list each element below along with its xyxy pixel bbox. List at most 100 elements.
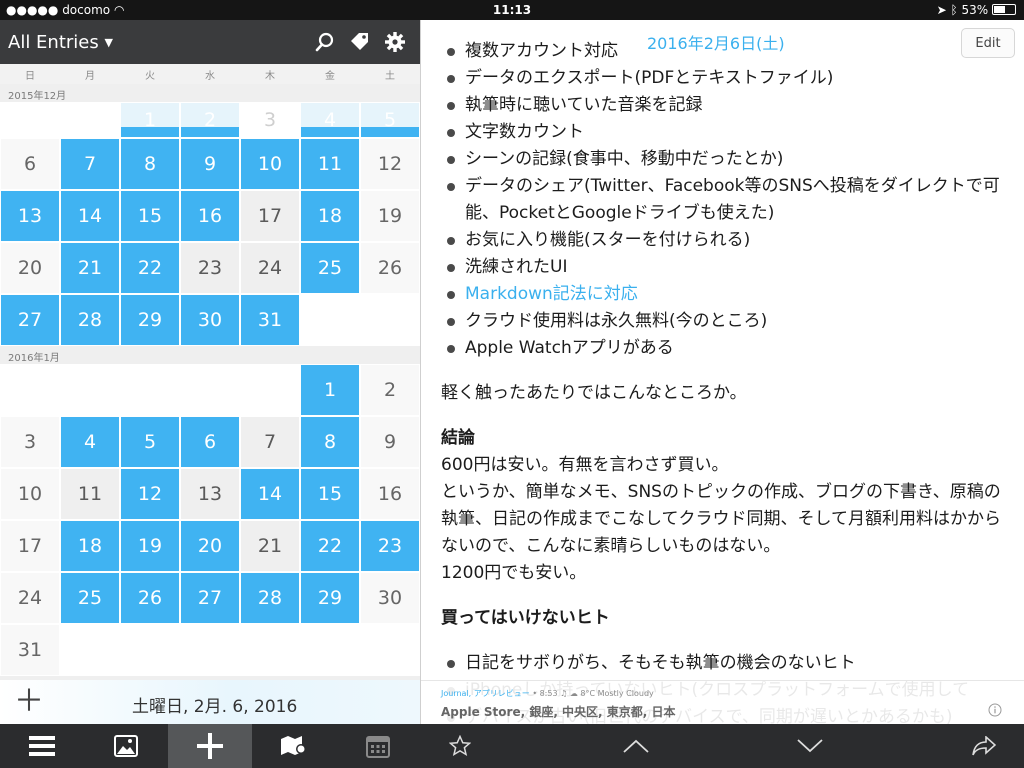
weekday-label: 土 [385,71,395,82]
calendar-day[interactable]: 31 [1,625,59,675]
calendar-day[interactable]: 8 [121,139,179,189]
entries-filter-dropdown[interactable]: All Entries ▼ [8,32,113,53]
calendar-day[interactable]: 26 [361,243,419,293]
calendar-footer: ＋ 土曜日, 2月. 6, 2016 [0,680,420,724]
calendar-day[interactable]: 17 [241,191,299,241]
calendar-day[interactable]: 24 [241,243,299,293]
share-button[interactable] [964,724,1004,768]
search-icon[interactable] [314,31,336,53]
plus-icon [197,733,223,759]
calendar-day[interactable]: 3 [241,103,299,137]
calendar-day[interactable]: 17 [1,521,59,571]
meta-line: Journal, アプリレビュー • 8:53 ♫ ☁ 8°C Mostly C… [441,689,654,698]
bluetooth-icon: ᛒ [950,3,958,17]
calendar-day[interactable]: 31 [241,295,299,345]
bottom-toolbar [0,724,1024,768]
calendar-day[interactable]: 4 [61,417,119,467]
calendar-day[interactable]: 30 [361,573,419,623]
calendar-day[interactable]: 10 [1,469,59,519]
photos-view-button[interactable] [84,724,168,768]
calendar-day[interactable]: 12 [361,139,419,189]
calendar-day[interactable]: 26 [121,573,179,623]
calendar-day[interactable]: 27 [181,573,239,623]
calendar-day[interactable]: 5 [121,417,179,467]
calendar-day[interactable]: 28 [61,295,119,345]
calendar-day[interactable]: 2 [361,365,419,415]
new-entry-button[interactable] [168,724,252,768]
calendar-day[interactable]: 18 [301,191,359,241]
selected-date-label: 土曜日, 2月. 6, 2016 [132,697,298,717]
calendar-day[interactable]: 25 [61,573,119,623]
calendar-day[interactable]: 28 [241,573,299,623]
calendar-day[interactable]: 9 [181,139,239,189]
calendar-day[interactable]: 15 [301,469,359,519]
calendar-day[interactable]: 10 [241,139,299,189]
share-arrow-icon [972,736,996,756]
journal-name[interactable]: Journal [441,689,469,698]
calendar-day[interactable]: 20 [181,521,239,571]
calendar-day[interactable]: 20 [1,243,59,293]
calendar-day[interactable]: 24 [1,573,59,623]
calendar-day[interactable]: 23 [361,521,419,571]
calendar-day[interactable]: 29 [301,573,359,623]
next-entry-button[interactable] [790,724,830,768]
tag-icon[interactable] [349,31,371,53]
edit-button[interactable]: Edit [961,28,1015,58]
calendar-day[interactable]: 9 [361,417,419,467]
calendar-view-button[interactable] [336,724,420,768]
weather-icon: ☁ [569,689,578,698]
calendar-day[interactable]: 19 [361,191,419,241]
entry-date-title: 2016年2月6日(土) [643,30,789,54]
calendar-day[interactable]: 7 [241,417,299,467]
info-icon[interactable] [988,703,1002,717]
calendar-day[interactable]: 11 [61,469,119,519]
calendar-day[interactable]: 6 [181,417,239,467]
calendar-day[interactable]: 29 [121,295,179,345]
calendar-day[interactable]: 16 [361,469,419,519]
calendar-day[interactable]: 21 [241,521,299,571]
calendar-day[interactable]: 23 [181,243,239,293]
entry-tag[interactable]: アプリレビュー [474,689,530,698]
calendar-day[interactable]: 19 [121,521,179,571]
calendar-day[interactable]: 18 [61,521,119,571]
calendar-day[interactable]: 1 [121,103,179,137]
calendar-day[interactable]: 25 [301,243,359,293]
chevron-down-icon [797,739,823,753]
calendar-day[interactable]: 8 [301,417,359,467]
calendar-day[interactable]: 22 [301,521,359,571]
calendar-day[interactable]: 6 [1,139,59,189]
calendar-day[interactable]: 13 [181,469,239,519]
list-view-button[interactable] [0,724,84,768]
calendar-day[interactable]: 30 [181,295,239,345]
calendar-day[interactable]: 27 [1,295,59,345]
calendar-day[interactable]: 5 [361,103,419,137]
calendar-day[interactable]: 15 [121,191,179,241]
calendar-day[interactable]: 13 [1,191,59,241]
calendar-day[interactable]: 7 [61,139,119,189]
entry-pane: 複数アカウント対応 データのエクスポート(PDFとテキストファイル) 執筆時に聴いて… [421,20,1024,724]
paragraph: 軽く触ったあたりではこんなところか。 [441,383,747,403]
month-label: 2016年1月 [0,346,420,364]
calendar-day[interactable]: 4 [301,103,359,137]
calendar-day[interactable]: 14 [61,191,119,241]
calendar-day[interactable]: 21 [61,243,119,293]
calendar-day[interactable]: 1 [301,365,359,415]
previous-entry-button[interactable] [616,724,656,768]
star-button[interactable] [440,724,480,768]
heading-conclusion: 結論 [441,428,475,448]
weekday-label: 火 [145,71,155,82]
list-item: 文字数カウント [447,119,1001,146]
calendar-day[interactable]: 12 [121,469,179,519]
gear-icon[interactable] [384,31,406,53]
calendar-day[interactable]: 3 [1,417,59,467]
location-arrow-icon: ➤ [936,3,947,17]
entry-location[interactable]: Apple Store, 銀座, 中央区, 東京都, 日本 [441,703,676,720]
calendar-day[interactable]: 2 [181,103,239,137]
calendar-day[interactable]: 16 [181,191,239,241]
calendar-day[interactable]: 11 [301,139,359,189]
add-entry-button[interactable]: ＋ [14,687,44,717]
map-view-button[interactable] [252,724,336,768]
calendar-day[interactable]: 14 [241,469,299,519]
calendar-day[interactable]: 22 [121,243,179,293]
list-item[interactable]: Markdown記法に対応 [447,281,1001,308]
